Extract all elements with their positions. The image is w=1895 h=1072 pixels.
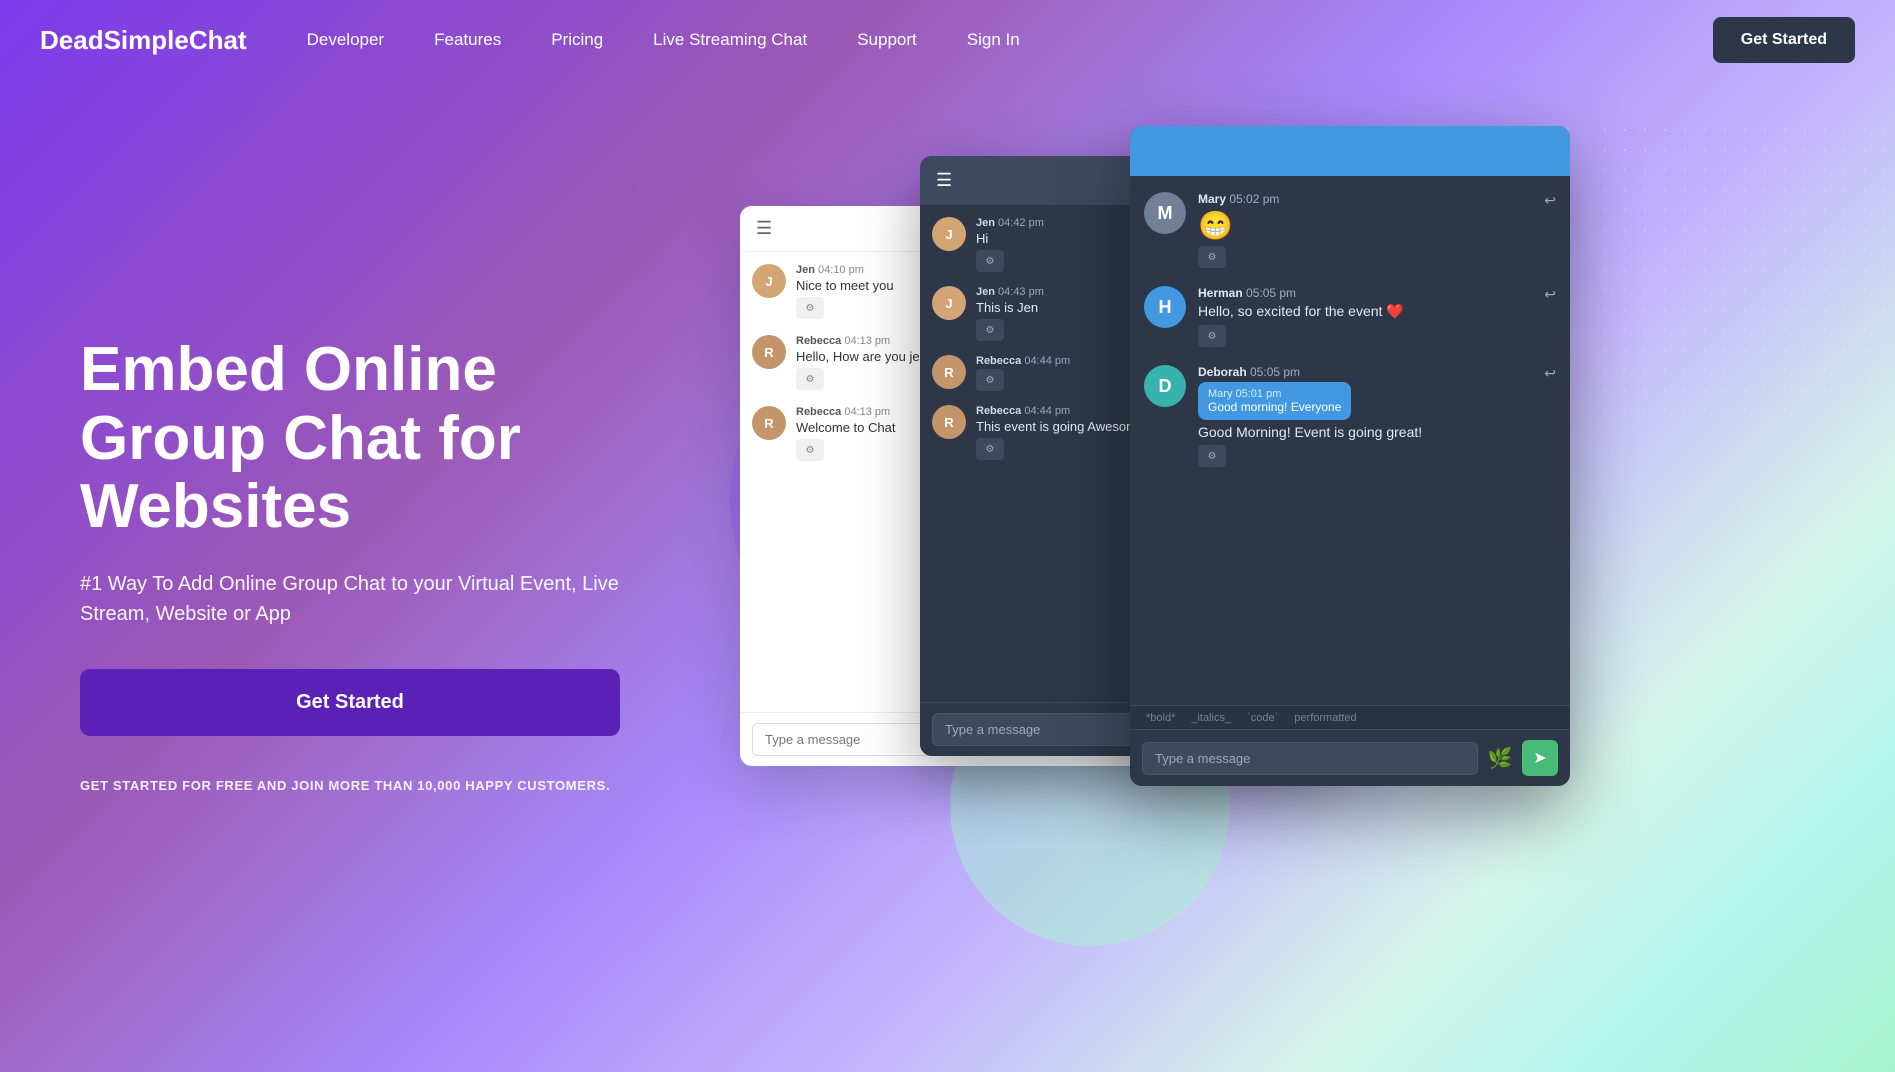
reply-icon: ↩ — [1544, 286, 1556, 303]
brand-logo[interactable]: DeadSimpleChat — [40, 25, 247, 56]
message-content: Herman 05:05 pm Hello, so excited for th… — [1198, 286, 1556, 347]
message-actions: ⚙ — [1198, 445, 1556, 467]
chat-window-dark-front: M Mary 05:02 pm 😁 ⚙ ↩ H Herman 05:05 pm — [1130, 126, 1570, 786]
avatar: J — [932, 286, 966, 320]
nav-live-streaming-chat[interactable]: Live Streaming Chat — [653, 30, 807, 50]
nav-support[interactable]: Support — [857, 30, 917, 50]
chat3-toolbar: *bold* _italics_ `code` performatted — [1130, 705, 1570, 730]
message-content: Deborah 05:05 pm Mary 05:01 pm Good morn… — [1198, 365, 1556, 467]
avatar: J — [752, 264, 786, 298]
menu-icon: ☰ — [756, 218, 772, 239]
emoji-button[interactable]: 🌿 — [1486, 744, 1514, 772]
avatar: H — [1144, 286, 1186, 328]
table-row: H Herman 05:05 pm Hello, so excited for … — [1144, 286, 1556, 347]
chat3-input[interactable]: Type a message — [1142, 742, 1478, 775]
nav-features[interactable]: Features — [434, 30, 501, 50]
reply-bubble: Mary 05:01 pm Good morning! Everyone — [1198, 382, 1351, 420]
action-icon: ⚙ — [976, 319, 1004, 341]
nav-pricing[interactable]: Pricing — [551, 30, 603, 50]
table-row: M Mary 05:02 pm 😁 ⚙ ↩ — [1144, 192, 1556, 268]
send-button[interactable]: ➤ — [1522, 740, 1558, 776]
menu-icon: ☰ — [936, 170, 952, 191]
action-icon: ⚙ — [1198, 445, 1226, 467]
avatar: D — [1144, 365, 1186, 407]
nav-developer[interactable]: Developer — [307, 30, 385, 50]
avatar: M — [1144, 192, 1186, 234]
avatar: R — [932, 355, 966, 389]
reply-icon: ↩ — [1544, 192, 1556, 209]
hero-chat-mockups: ☰ J Jen 04:10 pm Nice to meet you ⚙ — [700, 126, 1895, 1026]
avatar: R — [752, 406, 786, 440]
avatar: J — [932, 217, 966, 251]
action-icon: ⚙ — [976, 250, 1004, 272]
table-row: D Deborah 05:05 pm Mary 05:01 pm Good mo… — [1144, 365, 1556, 467]
action-icon: ⚙ — [976, 438, 1004, 460]
action-icon: ⚙ — [976, 369, 1004, 391]
action-icon: ⚙ — [796, 297, 824, 319]
hero-note: GET STARTED FOR FREE AND JOIN MORE THAN … — [80, 776, 620, 796]
message-meta: Herman 05:05 pm — [1198, 286, 1556, 300]
chat3-messages: M Mary 05:02 pm 😁 ⚙ ↩ H Herman 05:05 pm — [1130, 176, 1570, 501]
action-icon: ⚙ — [1198, 246, 1226, 268]
toolbar-italics: _italics_ — [1187, 710, 1235, 726]
hero-subheadline: #1 Way To Add Online Group Chat to your … — [80, 569, 620, 629]
hero-cta-button[interactable]: Get Started — [80, 669, 620, 736]
chat3-header — [1130, 126, 1570, 176]
emoji-reaction: 😁 — [1198, 209, 1556, 242]
toolbar-bold: *bold* — [1142, 710, 1179, 726]
header-get-started-button[interactable]: Get Started — [1713, 17, 1855, 63]
main-nav: Developer Features Pricing Live Streamin… — [307, 30, 1713, 50]
avatar: R — [932, 405, 966, 439]
action-icon: ⚙ — [796, 368, 824, 390]
message-actions: ⚙ — [1198, 325, 1556, 347]
message-meta: Mary 05:02 pm — [1198, 192, 1556, 206]
action-icon: ⚙ — [1198, 325, 1226, 347]
chat3-input-area: Type a message 🌿 ➤ — [1130, 729, 1570, 786]
message-text: Good Morning! Event is going great! — [1198, 424, 1556, 440]
avatar: R — [752, 335, 786, 369]
toolbar-code: `code` — [1243, 710, 1282, 726]
message-actions: ⚙ — [1198, 246, 1556, 268]
nav-sign-in[interactable]: Sign In — [967, 30, 1020, 50]
message-content: Mary 05:02 pm 😁 ⚙ — [1198, 192, 1556, 268]
hero-content: Embed Online Group Chat for Websites #1 … — [0, 276, 700, 875]
hero-headline: Embed Online Group Chat for Websites — [80, 336, 620, 541]
reply-icon: ↩ — [1544, 365, 1556, 382]
message-meta: Deborah 05:05 pm — [1198, 365, 1556, 379]
action-icon: ⚙ — [796, 439, 824, 461]
toolbar-preformatted: performatted — [1290, 710, 1360, 726]
message-text: Hello, so excited for the event ❤️ — [1198, 303, 1556, 320]
